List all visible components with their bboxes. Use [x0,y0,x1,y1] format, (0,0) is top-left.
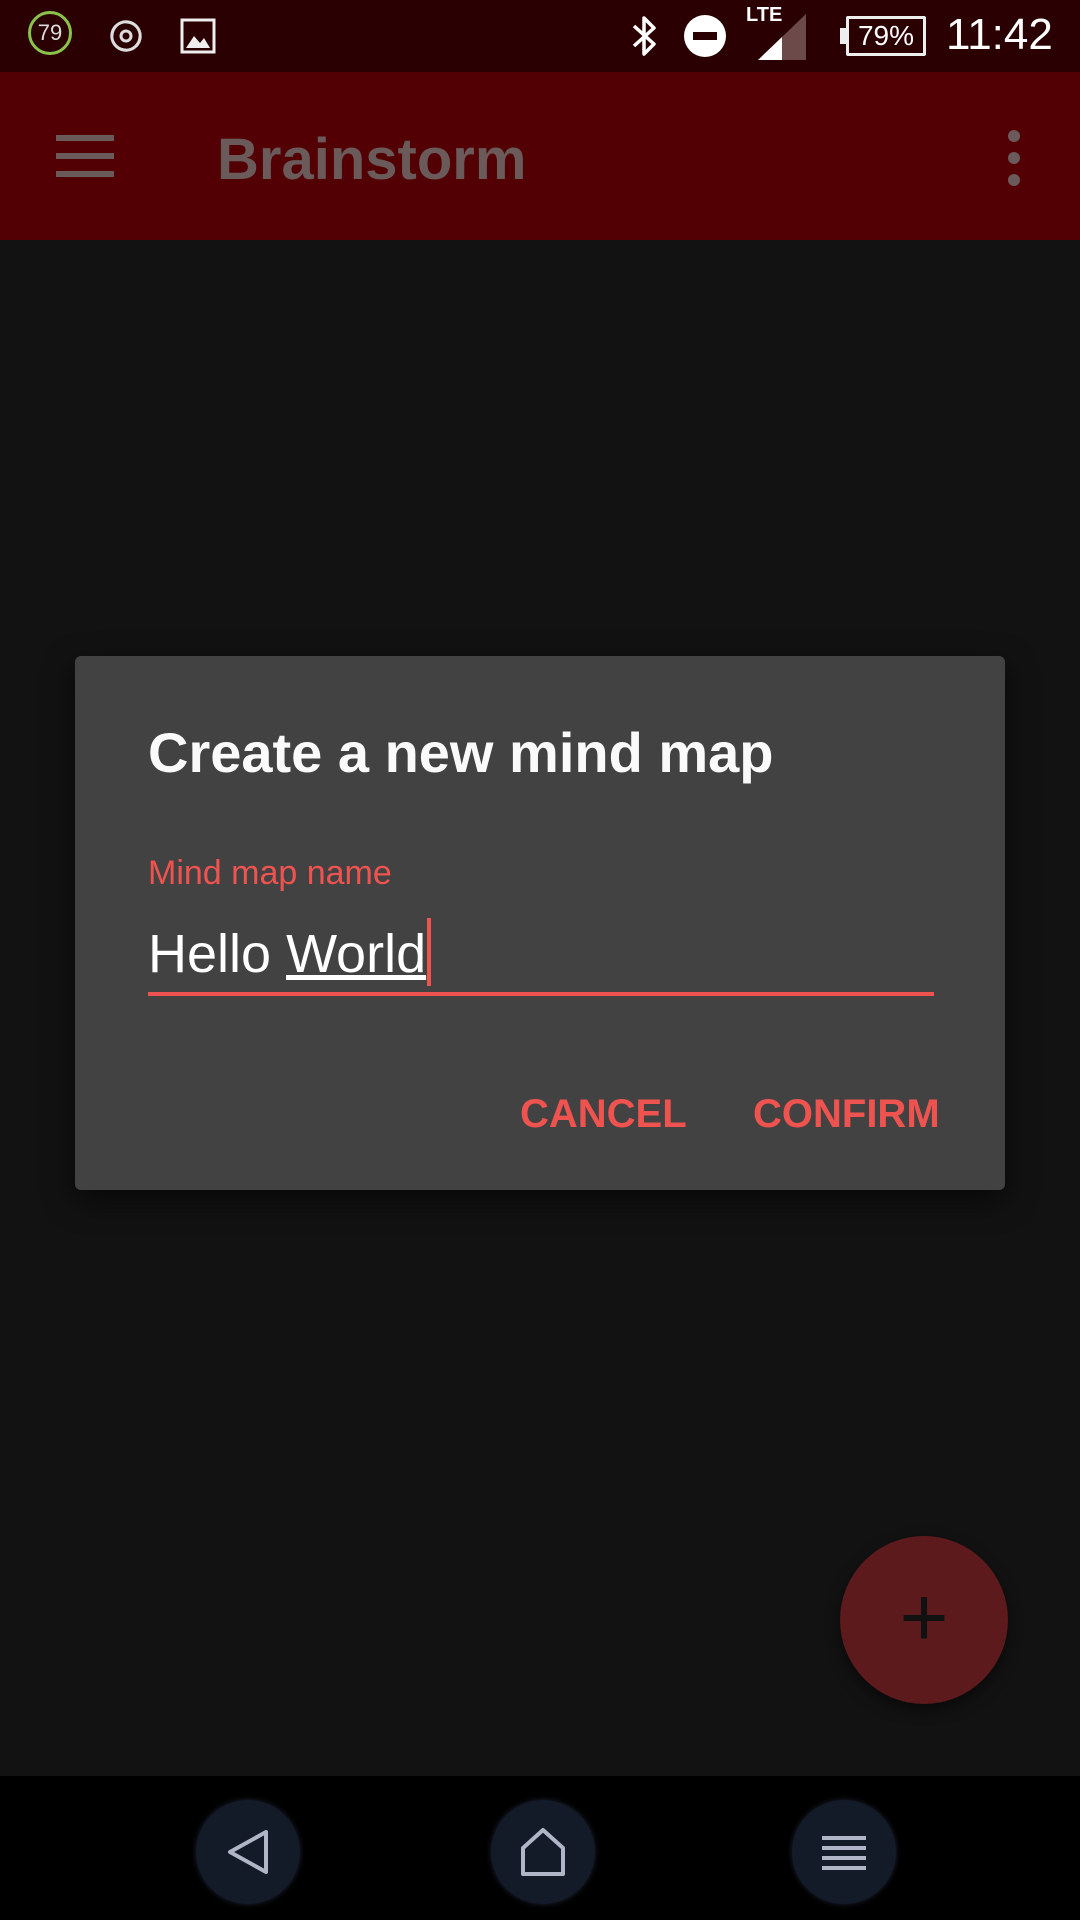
confirm-button[interactable]: CONFIRM [749,1084,944,1145]
score-ring-icon: 79 [28,11,72,55]
battery-indicator: 79% [846,16,926,56]
app-title: Brainstorm [217,127,527,192]
create-mind-map-dialog: Create a new mind map Mind map name Hell… [75,656,1005,1190]
spiral-icon [110,20,142,52]
cancel-button[interactable]: CANCEL [516,1084,691,1145]
input-text-word2: World [286,924,427,984]
back-button[interactable] [196,1800,300,1904]
text-caret [427,918,432,986]
status-clock: 11:42 [946,10,1053,59]
recent-apps-button[interactable] [792,1800,896,1904]
app-bar: Brainstorm [0,72,1080,240]
input-text-word1: Hello [148,924,287,984]
navigation-bar [0,1776,1080,1920]
mind-map-name-label: Mind map name [148,854,392,892]
dialog-title: Create a new mind map [148,721,774,784]
plus-icon: + [899,1570,949,1664]
back-icon [228,1830,268,1874]
do-not-disturb-icon [684,15,726,57]
overflow-menu-icon[interactable] [990,122,1038,194]
home-icon [521,1828,565,1876]
home-button[interactable] [491,1800,595,1904]
status-bar: 79 LTE 79% 11:42 [0,0,1080,72]
mind-map-name-input[interactable]: Hello World [148,918,934,996]
signal-icon [758,14,806,60]
gallery-icon [180,18,216,54]
recent-apps-icon [822,1836,866,1870]
add-mind-map-fab[interactable]: + [840,1536,1008,1704]
hamburger-menu-icon[interactable] [40,120,128,192]
bluetooth-icon [632,16,656,56]
